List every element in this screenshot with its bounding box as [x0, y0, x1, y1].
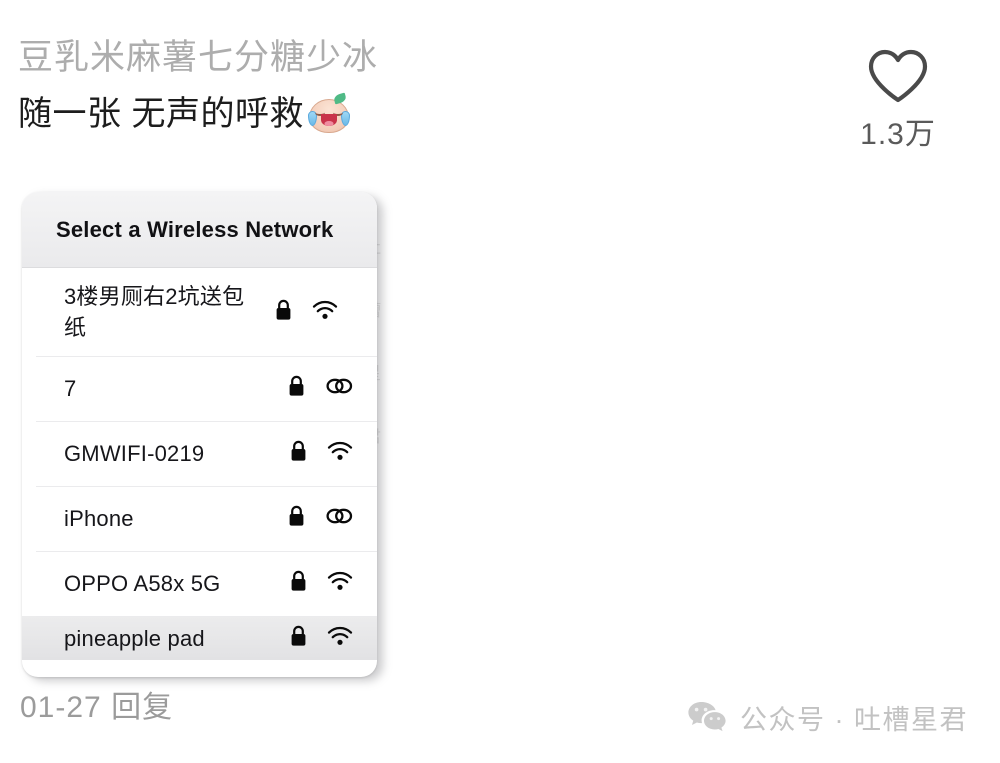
wechat-credit-label: 公众号 · 吐槽星君	[740, 704, 968, 735]
lock-icon	[288, 505, 305, 532]
wifi-network-list: 3楼男厕右2坑送包纸 7 GMWIFI-0219 iPhone OPPO A58…	[22, 268, 377, 660]
wifi-dialog-card: Select a Wireless Network 3楼男厕右2坑送包纸 7 G…	[22, 192, 377, 677]
wifi-row-icons	[269, 625, 353, 652]
lock-icon	[290, 625, 307, 652]
lock-icon	[290, 570, 307, 597]
wechat-logo-icon	[687, 700, 727, 739]
wifi-ssid-label: 7	[64, 376, 77, 401]
wifi-network-row[interactable]: 7	[22, 356, 377, 421]
wifi-network-row[interactable]: GMWIFI-0219	[22, 421, 377, 486]
wifi-dialog-header: Select a Wireless Network	[22, 192, 377, 268]
wechat-credit: 公众号 · 吐槽星君	[687, 700, 968, 739]
wifi-row-icons	[269, 440, 353, 467]
wifi-ssid-label: pineapple pad	[64, 625, 205, 651]
post-body: 随一张 无声的呼救	[18, 91, 658, 137]
lock-icon	[290, 440, 307, 467]
wifi-ssid-label: iPhone	[64, 506, 134, 531]
post-screenshot: 豆乳米麻薯七分糖少冰 随一张 无声的呼救 1.3万 吐槽星君 Se	[0, 0, 1000, 763]
wifi-ssid-label: GMWIFI-0219	[64, 441, 205, 466]
lock-icon	[288, 375, 305, 402]
wifi-icon	[327, 626, 353, 651]
wifi-dialog-title: Select a Wireless Network	[56, 216, 334, 242]
wifi-network-row[interactable]: 3楼男厕右2坑送包纸	[22, 268, 377, 356]
hotspot-icon	[325, 376, 353, 401]
hotspot-icon	[325, 506, 353, 531]
like-widget[interactable]: 1.3万	[838, 48, 958, 152]
heart-outline-icon[interactable]	[838, 48, 958, 106]
post-message: 随一张 无声的呼救	[18, 95, 304, 133]
reply-meta[interactable]: 01-27 回复	[20, 690, 173, 726]
wifi-icon	[327, 441, 353, 466]
wifi-icon	[327, 571, 353, 596]
like-count: 1.3万	[860, 118, 936, 151]
wifi-network-row[interactable]: pineapple pad	[22, 616, 377, 660]
post-username: 豆乳米麻薯七分糖少冰	[18, 38, 379, 77]
wifi-row-icons	[269, 570, 353, 597]
crying-laughing-face-emoji	[306, 92, 352, 134]
wifi-row-icons	[269, 505, 353, 532]
wifi-ssid-label: OPPO A58x 5G	[64, 571, 221, 596]
wifi-network-row[interactable]: iPhone	[22, 486, 377, 551]
wifi-row-icons	[269, 375, 353, 402]
post-header: 豆乳米麻薯七分糖少冰 随一张 无声的呼救	[18, 36, 658, 137]
wifi-icon	[312, 300, 338, 325]
wifi-network-row[interactable]: OPPO A58x 5G	[22, 551, 377, 616]
lock-icon	[275, 299, 292, 326]
wifi-ssid-label: 3楼男厕右2坑送包纸	[64, 284, 245, 340]
wifi-row-icons	[254, 299, 338, 326]
